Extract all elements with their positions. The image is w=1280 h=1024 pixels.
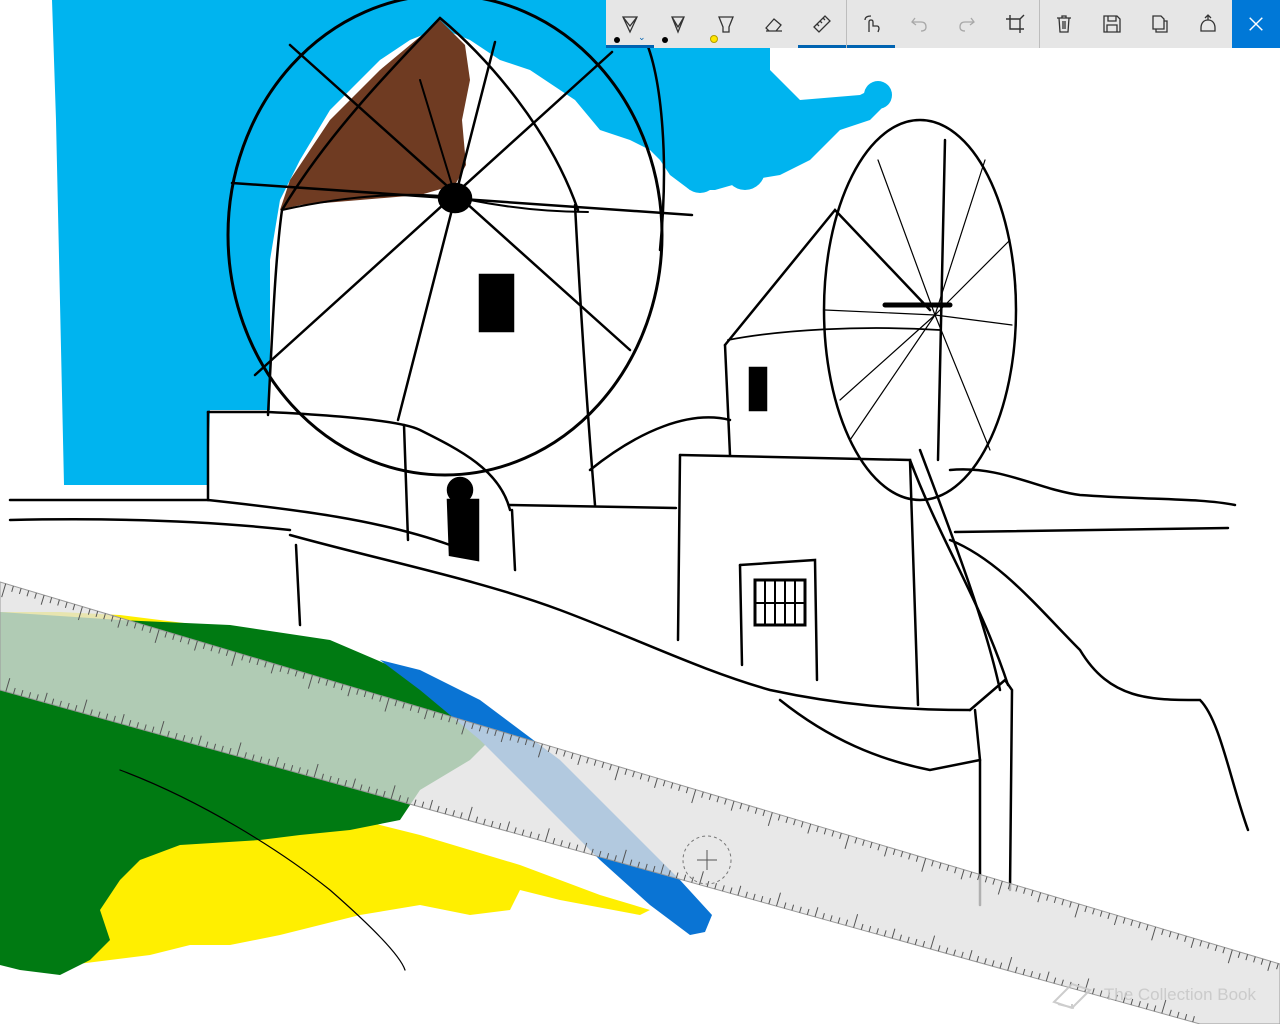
chevron-down-icon[interactable]: ⌄ [638, 33, 646, 42]
touch-writing-button[interactable] [847, 0, 895, 48]
ruler-icon [813, 15, 831, 33]
eraser-button[interactable] [750, 0, 798, 48]
highlighter-color-swatch [710, 35, 718, 43]
undo-button[interactable] [895, 0, 943, 48]
drawing-canvas[interactable] [0, 0, 1280, 1024]
save-button[interactable] [1088, 0, 1136, 48]
undo-icon [911, 17, 927, 32]
highlighter-button[interactable] [702, 0, 750, 48]
copy-icon [1152, 15, 1168, 33]
ballpoint-pen-icon [621, 16, 639, 34]
close-icon [1249, 17, 1263, 31]
touch-writing-icon [864, 15, 880, 33]
save-icon [1103, 15, 1121, 33]
crop-icon [1006, 14, 1025, 33]
clear-ink-button[interactable] [1040, 0, 1088, 48]
trash-icon [1057, 15, 1071, 33]
redo-button[interactable] [943, 0, 991, 48]
eraser-icon [765, 18, 782, 32]
watermark: The Collection Book [1050, 980, 1256, 1010]
close-button[interactable] [1232, 0, 1280, 48]
pencil-button[interactable] [654, 0, 702, 48]
share-icon [1200, 14, 1216, 32]
crop-button[interactable] [991, 0, 1039, 48]
book-icon [1052, 982, 1092, 1010]
watermark-text: The Collection Book [1103, 985, 1256, 1004]
pen-color-swatch [614, 37, 620, 43]
pencil-color-swatch [662, 37, 668, 43]
ruler-button[interactable] [798, 0, 846, 48]
redo-icon [959, 17, 975, 32]
pencil-icon [671, 16, 685, 34]
share-button[interactable] [1184, 0, 1232, 48]
copy-button[interactable] [1136, 0, 1184, 48]
highlighter-icon [718, 16, 734, 33]
sky-fill [52, 0, 892, 485]
ballpoint-pen-button[interactable]: ⌄ [606, 0, 654, 48]
ink-toolbar: ⌄ [606, 0, 1280, 48]
